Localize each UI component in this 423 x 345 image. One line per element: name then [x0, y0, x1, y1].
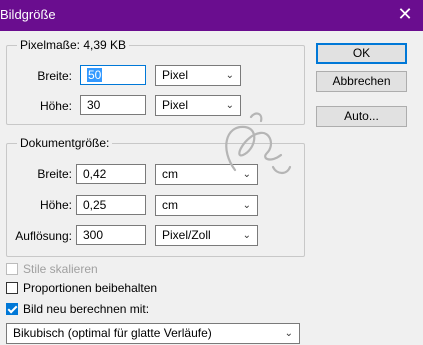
resample-checkbox-row[interactable]: Bild neu berechnen mit: — [6, 302, 176, 318]
doc-width-input[interactable]: 0,42 — [76, 164, 146, 184]
auto-button[interactable]: Auto... — [316, 106, 407, 127]
pixel-dimensions-title: Pixelmaße: 4,39 KB — [17, 38, 130, 52]
resolution-input[interactable]: 300 — [76, 225, 146, 245]
title-bar: Bildgröße ✕ — [0, 0, 423, 31]
constrain-proportions-checkbox[interactable] — [6, 282, 18, 294]
cancel-button[interactable]: Abbrechen — [316, 71, 407, 92]
resolution-label: Auflösung: — [15, 229, 72, 243]
chevron-down-icon: ⌄ — [225, 70, 234, 81]
close-icon: ✕ — [397, 4, 413, 24]
resolution-unit-select[interactable]: Pixel/Zoll ⌄ — [155, 225, 258, 246]
image-size-dialog: Bildgröße ✕ Pixelmaße: 4,39 KB Breite: 5… — [0, 0, 423, 345]
resample-checkbox[interactable] — [6, 303, 18, 315]
scale-styles-checkbox — [6, 263, 18, 275]
resample-method-select[interactable]: Bikubisch (optimal für glatte Verläufe) … — [6, 323, 300, 344]
close-button[interactable]: ✕ — [387, 0, 423, 31]
chevron-down-icon: ⌄ — [242, 200, 251, 211]
pixel-width-input[interactable]: 50 — [80, 65, 146, 85]
scale-styles-checkbox-row: Stile skalieren — [6, 262, 146, 278]
doc-height-input[interactable]: 0,25 — [76, 195, 146, 215]
ok-button[interactable]: OK — [316, 43, 407, 64]
document-size-title: Dokumentgröße: — [17, 136, 113, 150]
resample-label: Bild neu berechnen mit: — [23, 302, 150, 316]
watermark-logo — [225, 112, 292, 175]
scale-styles-label: Stile skalieren — [23, 262, 98, 276]
window-title: Bildgröße — [0, 7, 56, 22]
doc-height-label: Höhe: — [39, 198, 72, 212]
pixel-width-label: Breite: — [37, 69, 72, 83]
pixel-height-input[interactable]: 30 — [80, 95, 146, 115]
pixel-height-label: Höhe: — [39, 99, 72, 113]
pixel-width-unit-select[interactable]: Pixel ⌄ — [155, 65, 241, 86]
constrain-proportions-checkbox-row[interactable]: Proportionen beibehalten — [6, 281, 176, 297]
doc-width-label: Breite: — [37, 167, 72, 181]
chevron-down-icon: ⌄ — [284, 328, 293, 339]
chevron-down-icon: ⌄ — [242, 230, 251, 241]
doc-height-unit-select[interactable]: cm ⌄ — [155, 195, 258, 216]
constrain-proportions-label: Proportionen beibehalten — [23, 281, 158, 295]
